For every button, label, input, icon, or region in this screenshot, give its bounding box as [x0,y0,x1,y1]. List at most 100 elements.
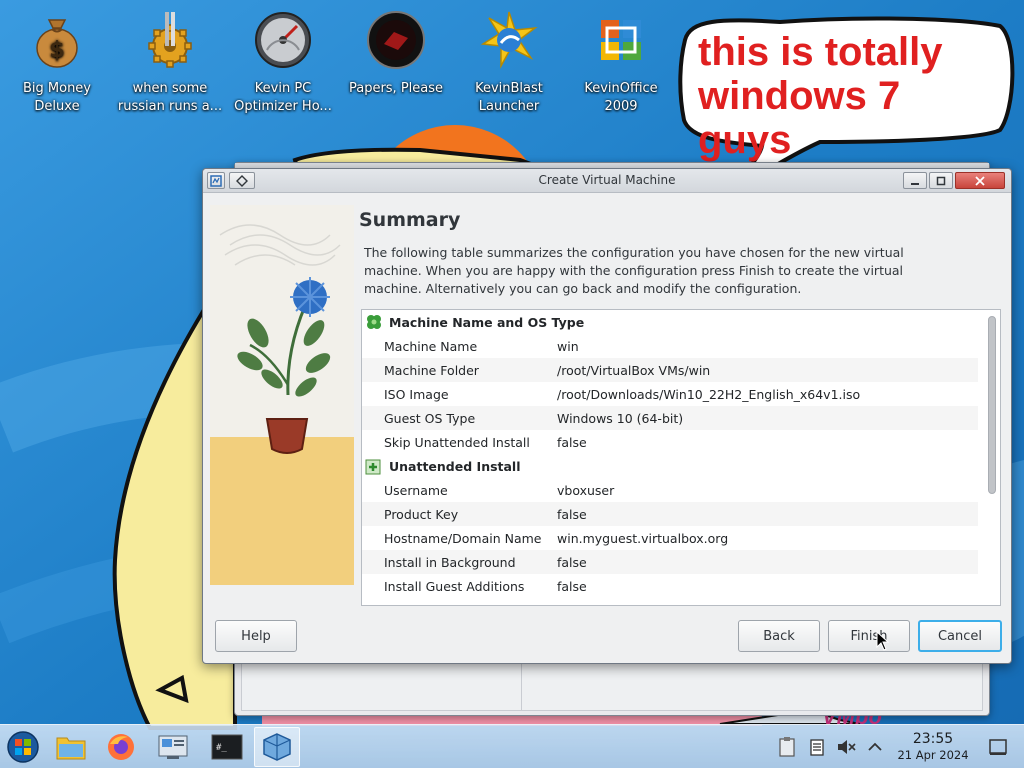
group-title: Unattended Install [389,458,521,474]
background-window-pane [241,663,983,711]
volume-muted-icon[interactable] [835,736,857,758]
svg-text:#_: #_ [216,743,227,753]
gear-icon [148,12,192,68]
taskbar-terminal[interactable]: #_ [204,727,250,767]
table-row[interactable]: Product Key false [362,502,978,526]
summary-heading: Summary [359,209,461,231]
desktop-icon-label: KevinOffice [584,81,658,96]
row-value: false [557,434,587,450]
network-settings-icon [158,735,188,759]
speedometer-icon [255,12,311,68]
bubble-line: this is totally [698,30,943,74]
start-button[interactable] [0,727,46,767]
terminal-icon: #_ [211,734,243,760]
row-key: Machine Name [384,338,478,354]
row-key: Guest OS Type [384,410,476,426]
summary-table[interactable]: Machine Name and OS Type Machine Name win… [361,309,1001,606]
desktop-icon-label: when some [132,81,208,96]
desktop-icon-label: Optimizer Ho... [234,99,332,114]
desktop-icon-label: russian runs a... [117,99,223,114]
dialog-title: Create Virtual Machine [538,173,676,187]
row-value: win [557,338,579,354]
desktop-icon-kevinblast-launcher[interactable]: KevinBlast Launcher [454,0,564,116]
papers-please-icon [367,11,425,69]
firefox-icon [108,734,134,760]
money-bag-icon: $ [36,19,78,68]
desktop-icon-papers-please[interactable]: Papers, Please [341,0,451,98]
cancel-button[interactable]: Cancel [918,620,1002,652]
clock-date[interactable]: 21 Apr 2024 [893,748,973,762]
group-machine-name-os-type[interactable]: Machine Name and OS Type [362,310,1000,334]
group-rows: Machine Name win Machine Folder/root/Virt… [362,334,1000,454]
row-value: /root/VirtualBox VMs/win [557,362,711,378]
row-key: Skip Unattended Install [384,434,530,450]
svg-text:$: $ [49,38,64,63]
file-manager-icon [56,737,86,760]
clock-time[interactable]: 23:55 [898,731,968,747]
table-row[interactable]: Machine Folder/root/VirtualBox VMs/win [362,358,978,382]
row-value: Windows 10 (64-bit) [557,410,684,426]
speech-bubble-text: this is totally windows 7 guys [698,30,1003,162]
table-row[interactable]: Install Guest Additions false [362,574,978,598]
table-scrollbar[interactable] [988,316,996,601]
clipboard-icon[interactable] [776,736,798,758]
close-icon[interactable] [955,172,1005,189]
show-desktop-icon[interactable] [987,736,1009,758]
taskbar-virtualbox[interactable] [254,727,300,767]
row-key: Username [384,482,448,498]
taskbar-firefox[interactable] [98,727,144,767]
start-orb-icon [7,731,39,763]
help-button[interactable]: Help [215,620,297,652]
desktop-icon-label: Papers, Please [348,81,444,96]
row-key: Product Key [384,506,459,522]
desktop-icon-kevinoffice-2009[interactable]: KevinOffice 2009 [566,0,676,116]
desktop-icon-russian[interactable]: when some russian runs a... [115,0,225,116]
taskbar-network-settings[interactable] [150,727,196,767]
background-window-divider [521,663,522,711]
summary-description: The following table summarizes the confi… [364,245,904,296]
row-key: ISO Image [384,386,449,402]
notes-icon[interactable] [806,736,828,758]
table-row[interactable]: Skip Unattended Install false [362,430,978,454]
group-rows: Username vboxuser Product Key false Hostna… [362,478,1000,598]
kevinblast-icon [480,11,538,69]
table-row[interactable]: Username vboxuser [362,478,978,502]
create-vm-dialog: Create Virtual Machine Summary The follo… [202,168,1012,664]
wizard-side-image [210,205,354,585]
table-row[interactable]: Install in Background false [362,550,978,574]
desktop-icon-label: Kevin PC [254,81,312,96]
mouse-cursor-icon [876,631,890,651]
office-icon [601,20,641,60]
dialog-titlebar[interactable]: Create Virtual Machine [203,169,1011,193]
scrollbar-thumb[interactable] [988,316,996,494]
maximize-icon[interactable] [929,172,953,189]
add-green-icon [365,459,381,475]
row-key: Install Guest Additions [384,578,525,594]
row-value: /root/Downloads/Win10_22H2_English_x64v1… [557,386,861,402]
back-button[interactable]: Back [738,620,820,652]
row-value: vboxuser [557,482,615,498]
desktop-icon-label: 2009 [604,99,638,114]
minimize-icon[interactable] [903,172,927,189]
table-row[interactable]: Hostname/Domain Name win.myguest.virtualb… [362,526,978,550]
taskbar: #_ 23:55 21 Apr 2024 [0,724,1024,768]
desktop-icon-label: Launcher [478,99,540,114]
row-key: Machine Folder [384,362,479,378]
row-value: false [557,506,587,522]
table-row[interactable]: ISO Image/root/Downloads/Win10_22H2_Engl… [362,382,978,406]
group-title: Machine Name and OS Type [389,314,585,330]
table-row[interactable]: Machine Name win [362,334,978,358]
taskbar-file-manager[interactable] [48,727,94,767]
finish-button[interactable]: Finish [828,620,910,652]
desktop-icon-label: Big Money [22,81,91,96]
group-unattended-install[interactable]: Unattended Install [362,454,1000,478]
table-row[interactable]: Guest OS Type Windows 10 (64-bit) [362,406,978,430]
chevron-up-icon[interactable] [864,736,886,758]
desktop-icon-label: Deluxe [34,99,80,114]
desktop-icon-kevin-pc-optimizer[interactable]: Kevin PC Optimizer Ho... [228,0,338,116]
row-key: Hostname/Domain Name [384,530,542,546]
desktop-icon-big-money-deluxe[interactable]: $ Big Money Deluxe [2,0,112,116]
row-value: false [557,578,587,594]
row-value: false [557,554,587,570]
clover-icon [367,315,381,329]
